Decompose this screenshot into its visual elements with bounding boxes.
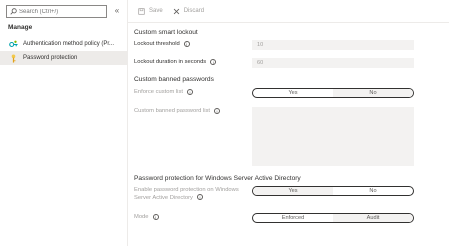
enable-password-protection-label: Enable password protection on Windows Se… xyxy=(134,187,239,201)
sidebar: « Manage Authentication method policy (P… xyxy=(0,0,128,246)
save-button[interactable]: Save xyxy=(138,7,163,15)
lockout-duration-label: Lockout duration in seconds i xyxy=(134,59,217,65)
mode-label: Mode i xyxy=(134,214,159,220)
toggle-option-audit[interactable]: Audit xyxy=(333,214,413,222)
search-icon xyxy=(10,8,17,15)
toggle-option-no[interactable]: No xyxy=(333,89,413,97)
sidebar-item-password-protection[interactable]: Password protection xyxy=(0,51,127,65)
info-icon[interactable]: i xyxy=(186,89,193,95)
sidebar-item-authentication-method-policy[interactable]: Authentication method policy (Pr... xyxy=(0,37,127,51)
toolbar-divider xyxy=(128,22,449,23)
custom-banned-password-list-label: Custom banned password list i xyxy=(134,108,221,114)
custom-banned-password-list-textarea[interactable] xyxy=(252,107,414,166)
collapse-sidebar-button[interactable]: « xyxy=(112,5,122,17)
enable-password-protection-toggle[interactable]: Yes No xyxy=(252,186,414,196)
search-input[interactable] xyxy=(17,6,105,17)
key-icon xyxy=(9,40,18,49)
toggle-option-no[interactable]: No xyxy=(333,187,413,195)
enforce-custom-list-label: Enforce custom list i xyxy=(134,89,193,95)
manage-section-header: Manage xyxy=(8,24,33,31)
toggle-option-yes[interactable]: Yes xyxy=(253,187,333,195)
lockout-threshold-label: Lockout threshold i xyxy=(134,41,190,47)
toggle-option-yes[interactable]: Yes xyxy=(253,89,333,97)
info-icon[interactable]: i xyxy=(152,214,159,220)
toggle-option-enforced[interactable]: Enforced xyxy=(253,214,333,222)
section-title-banned-passwords: Custom banned passwords xyxy=(134,76,214,83)
save-label: Save xyxy=(149,8,163,14)
info-icon[interactable]: i xyxy=(183,41,190,47)
enforce-custom-list-toggle[interactable]: Yes No xyxy=(252,88,414,98)
section-title-smart-lockout: Custom smart lockout xyxy=(134,29,198,36)
discard-label: Discard xyxy=(183,8,205,14)
password-key-icon xyxy=(9,54,18,63)
lockout-threshold-input[interactable]: 10 xyxy=(252,40,414,50)
search-box[interactable] xyxy=(6,5,107,18)
close-icon xyxy=(173,8,179,14)
discard-button[interactable]: Discard xyxy=(173,8,204,15)
sidebar-item-label: Authentication method policy (Pr... xyxy=(23,41,115,47)
section-title-windows-ad: Password protection for Windows Server A… xyxy=(134,175,301,182)
mode-toggle[interactable]: Enforced Audit xyxy=(252,213,414,223)
info-icon[interactable]: i xyxy=(214,108,221,114)
lockout-duration-input[interactable]: 60 xyxy=(252,58,414,68)
save-icon xyxy=(138,7,145,15)
info-icon[interactable]: i xyxy=(196,194,203,200)
sidebar-item-label: Password protection xyxy=(23,55,78,61)
command-bar: Save Discard xyxy=(138,5,214,17)
info-icon[interactable]: i xyxy=(210,59,217,65)
